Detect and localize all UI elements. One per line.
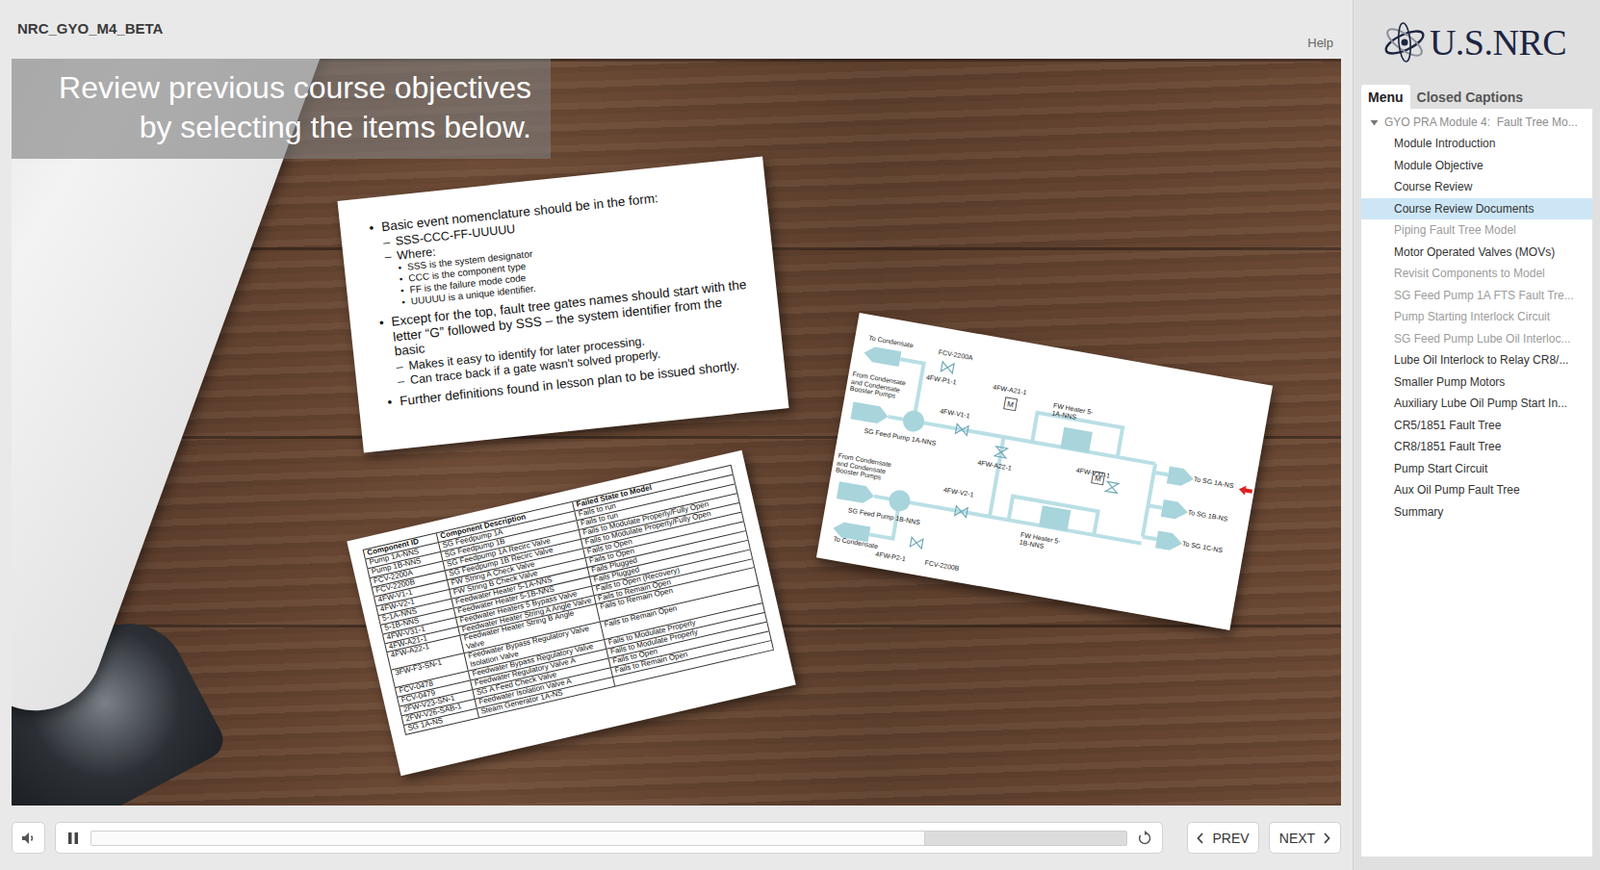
progress-fill [91, 831, 926, 846]
diagram-label: 4FW-P1-1 [925, 373, 957, 387]
bullet-marker: – [396, 374, 405, 389]
play-pause-button[interactable] [55, 823, 91, 853]
panel-tab[interactable]: Menu [1361, 84, 1411, 109]
bullet-marker: • [401, 296, 407, 309]
diagram-label: To SG 1A-NS [1192, 475, 1235, 491]
diagram-label: 4FW-P2-1 [875, 550, 907, 564]
menu-item[interactable]: Module Introduction [1361, 132, 1593, 155]
slide-heading: Review previous course objectivesby sele… [11, 58, 551, 159]
player-controls: PREV NEXT [0, 805, 1353, 870]
atom-icon [1381, 21, 1428, 64]
menu-list: GYO PRA Module 4: Fault Tree Mo... Module… [1361, 108, 1593, 857]
bullet-marker: • [378, 315, 391, 390]
menu-item[interactable]: Motor Operated Valves (MOVs) [1361, 241, 1593, 264]
diagram-label: SG Feed Pump 1B-NNS [847, 506, 921, 527]
diagram-label: From Condensate and Condensate Booster P… [834, 452, 898, 485]
course-title: NRC_GYO_M4_BETA [17, 0, 163, 37]
bullet-marker: • [368, 220, 384, 311]
svg-text:M: M [1006, 399, 1015, 410]
diagram-label: 4FW-V1-1 [939, 407, 972, 420]
menu-item[interactable]: Smaller Pump Motors [1361, 371, 1593, 394]
diagram-label: From Condensate and Condensate Booster P… [849, 370, 912, 403]
menu-group[interactable]: GYO PRA Module 4: Fault Tree Mo... [1361, 111, 1593, 133]
diagram-label: 4FW-A21-1 [992, 383, 1028, 397]
menu-item[interactable]: Module Objective [1361, 154, 1593, 178]
bullet-marker: • [398, 274, 404, 286]
next-button[interactable]: NEXT [1268, 822, 1342, 854]
menu-item[interactable]: Auxiliary Lube Oil Pump Start In... [1361, 392, 1593, 415]
menu-item[interactable]: Aux Oil Pump Fault Tree [1361, 479, 1593, 502]
nomenclature-document[interactable]: •Basic event nomenclature should be in t… [336, 156, 789, 454]
menu-item[interactable]: Pump Start Circuit [1361, 458, 1593, 481]
menu-item[interactable]: CR5/1851 Fault Tree [1361, 414, 1593, 438]
menu-item: SG Feed Pump Lube Oil Interloc... [1361, 328, 1593, 351]
diagram-label: FCV-2200B [924, 559, 960, 573]
speaker-icon [21, 830, 37, 847]
bullet-marker: – [382, 234, 390, 250]
pipes [867, 359, 1181, 585]
diagram-label: SG Feed Pump 1A-NNS [863, 427, 937, 448]
diagram-label: FW Heater 5-1B-NNS [1018, 531, 1069, 555]
table-row: FCV-0478Feedwater Bypass Regulatory Valv… [394, 603, 766, 698]
volume-button[interactable] [11, 822, 46, 854]
help-link[interactable]: Help [1307, 0, 1334, 51]
bullet-marker: – [384, 249, 397, 310]
expanded-triangle-icon [1369, 118, 1379, 128]
menu-item[interactable]: Lube Oil Interlock to Relay CR8/... [1361, 349, 1593, 372]
menu-item: SG Feed Pump 1A FTS Fault Tre... [1361, 284, 1593, 308]
button-label: PREV [1212, 830, 1249, 847]
heading-line: by selecting the items below. [30, 107, 532, 148]
menu-group-label: GYO PRA Module 4: Fault Tree Mo... [1384, 115, 1578, 130]
diagram-label: To SG 1B-NS [1187, 509, 1229, 524]
heading-line: Review previous course objectives [30, 68, 532, 108]
bullet-marker: • [397, 262, 403, 275]
seekbar [54, 822, 1163, 854]
menu-item: Pump Starting Interlock Circuit [1361, 306, 1593, 329]
bullet-marker: • [387, 394, 393, 411]
panel-tab[interactable]: Closed Captions [1410, 84, 1530, 109]
replay-icon [1136, 830, 1153, 847]
bullet-marker: – [395, 360, 404, 375]
replay-button[interactable] [1127, 823, 1162, 853]
menu-item[interactable]: Course Review [1361, 176, 1593, 199]
valves [909, 361, 1135, 581]
prev-button[interactable]: PREV [1187, 822, 1260, 854]
panel-tabs: MenuClosed Captions [1353, 84, 1600, 109]
menu-item: Revisit Components to Model [1361, 262, 1593, 285]
diagram-label: To SG 1C-NS [1182, 540, 1224, 555]
menu-item: Piping Fault Tree Model [1361, 219, 1593, 242]
menu-item[interactable]: Summary [1361, 501, 1593, 524]
player-main: NRC_GYO_M4_BETA Help Review previous cours… [0, 0, 1353, 870]
progress-track[interactable] [90, 830, 1128, 847]
motor-operator: M [1004, 397, 1018, 412]
pause-icon [66, 830, 80, 847]
bullet-marker: • [400, 284, 406, 297]
equipment [829, 344, 1207, 596]
chevron-left-icon [1196, 832, 1205, 845]
bullet-text: Basic event nomenclature should be in th… [380, 190, 659, 235]
top-bar: NRC_GYO_M4_BETA Help [0, 0, 1353, 59]
diagram-label: 4FW-V2-1 [942, 486, 975, 499]
button-label: NEXT [1279, 830, 1316, 847]
diagram-label: 4FW-A22-1 [977, 459, 1012, 473]
table-row: 4FW-V1-1FW String A Check ValveFails to … [373, 512, 745, 607]
chevron-right-icon [1322, 832, 1331, 845]
course-player: NRC_GYO_M4_BETA Help Review previous cours… [0, 0, 1600, 870]
diagram-label: FCV-2200A [937, 348, 974, 362]
menu-item[interactable]: CR8/1851 Fault Tree [1361, 436, 1593, 459]
side-panel: U.S.NRCMenuClosed CaptionsGYO PRA Module… [1352, 0, 1600, 870]
highlight-arrow-icon [1238, 484, 1254, 496]
slide: Review previous course objectivesby sele… [11, 58, 1342, 806]
menu-item[interactable]: Course Review Documents [1361, 198, 1593, 221]
nrc-logo: U.S.NRC [1353, 0, 1600, 85]
logo-text: U.S.NRC [1429, 21, 1567, 64]
